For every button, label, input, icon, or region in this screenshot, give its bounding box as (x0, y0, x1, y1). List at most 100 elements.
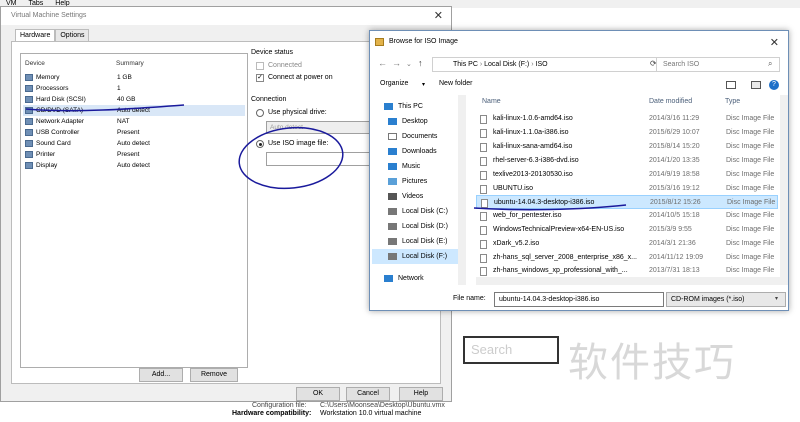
connect-power-label: Connect at power on (268, 74, 333, 81)
downloads-icon (388, 148, 397, 155)
disc-image-icon (480, 171, 487, 180)
network-icon (384, 275, 393, 282)
column-date-modified[interactable]: Date modified (649, 98, 692, 110)
file-list-scrollbar[interactable] (780, 95, 788, 285)
nav-downloads[interactable]: Downloads (372, 144, 462, 159)
printer-icon (25, 151, 33, 158)
address-bar[interactable]: This PC › Local Disk (F:) › ISO (432, 57, 682, 72)
view-options-icon[interactable] (726, 81, 736, 89)
device-row-display[interactable]: Display Auto detect (23, 160, 245, 171)
horizontal-scrollbar[interactable] (476, 277, 780, 285)
disc-image-icon (480, 157, 487, 166)
display-icon (25, 162, 33, 169)
disc-image-icon (480, 267, 487, 276)
network-icon (25, 118, 33, 125)
file-row[interactable]: texlive2013-20130530.iso 2014/9/19 18:58 D… (476, 168, 778, 182)
device-row-network-adapter[interactable]: Network Adapter NAT (23, 116, 245, 127)
desktop-icon (388, 118, 397, 125)
nav-this-pc[interactable]: This PC (372, 99, 462, 114)
connect-power-checkbox[interactable]: ✓ (256, 74, 264, 82)
connected-checkbox[interactable] (256, 62, 264, 70)
annotation-underline (25, 104, 185, 112)
browse-title: Browse for ISO Image (370, 31, 788, 53)
disc-image-icon (480, 240, 487, 249)
breadcrumb-iso[interactable]: ISO (536, 61, 548, 68)
help-icon[interactable]: ? (769, 80, 779, 90)
disc-image-icon (480, 254, 487, 263)
annotation-file-underline (473, 204, 627, 211)
folder-icon (375, 38, 384, 46)
filetype-select[interactable]: CD-ROM images (*.iso) (666, 292, 786, 307)
connected-label: Connected (268, 62, 302, 69)
file-row[interactable]: zh-hans_windows_xp_professional_with_...… (476, 264, 778, 278)
file-row[interactable]: rhel-server-6.3-i386-dvd.iso 2014/1/20 13… (476, 154, 778, 168)
file-row[interactable]: WindowsTechnicalPreview-x64-EN-US.iso 201… (476, 223, 778, 237)
processor-icon (25, 85, 33, 92)
music-icon (388, 163, 397, 170)
physical-drive-radio[interactable] (256, 109, 264, 117)
add-button[interactable]: Add... (139, 368, 183, 382)
vm-settings-tabs: Hardware Options (15, 29, 90, 42)
nav-videos[interactable]: Videos (372, 189, 462, 204)
disc-image-icon (480, 143, 487, 152)
device-row-processors[interactable]: Processors 1 (23, 83, 245, 94)
organize-button[interactable]: Organize (380, 80, 408, 87)
nav-music[interactable]: Music (372, 159, 462, 174)
column-type[interactable]: Type (725, 98, 740, 110)
nav-local-disk-c[interactable]: Local Disk (C:) (372, 204, 462, 219)
connection-label: Connection (251, 96, 287, 103)
nav-local-disk-d[interactable]: Local Disk (D:) (372, 219, 462, 234)
disc-image-icon (480, 115, 487, 124)
annotation-circle (238, 126, 344, 190)
device-row-usb-controller[interactable]: USB Controller Present (23, 127, 245, 138)
disc-image-icon (480, 226, 487, 235)
vm-settings-title: Virtual Machine Settings (1, 7, 451, 25)
file-row[interactable]: kali-linux-sana-amd64.iso 2015/8/14 15:20… (476, 140, 778, 154)
nav-local-disk-f[interactable]: Local Disk (F:) (372, 249, 462, 264)
pictures-icon (388, 178, 397, 185)
background-search-box[interactable]: Search (463, 336, 559, 364)
file-row[interactable]: kali-linux-1.0.6-amd64.iso 2014/3/16 11:2… (476, 112, 778, 126)
forward-arrow-icon[interactable]: → (392, 58, 401, 68)
file-row[interactable]: xDark_v5.2.iso 2014/3/1 21:36 Disc Image F… (476, 237, 778, 251)
filename-input[interactable]: ubuntu-14.04.3-desktop-i386.iso (494, 292, 664, 307)
nav-documents[interactable]: Documents (372, 129, 462, 144)
device-row-memory[interactable]: Memory 1 GB (23, 72, 245, 83)
chevron-down-icon[interactable]: ⌄ (406, 60, 412, 68)
file-row[interactable]: zh-hans_sql_server_2008_enterprise_x86_x… (476, 251, 778, 265)
filename-label: File name: (453, 295, 486, 302)
file-row[interactable]: UBUNTU.iso 2015/3/16 19:12 Disc Image File (476, 182, 778, 196)
remove-button[interactable]: Remove (190, 368, 238, 382)
new-folder-button[interactable]: New folder (439, 80, 472, 87)
column-name[interactable]: Name (482, 98, 501, 110)
drive-icon (388, 223, 397, 230)
ok-button[interactable]: OK (296, 387, 340, 401)
device-row-printer[interactable]: Printer Present (23, 149, 245, 160)
cancel-button[interactable]: Cancel (346, 387, 390, 401)
file-row[interactable]: kali-linux-1.1.0a-i386.iso 2015/6/29 10:0… (476, 126, 778, 140)
search-input[interactable]: Search ISO (656, 57, 780, 72)
close-icon[interactable]: ✕ (770, 36, 779, 49)
nav-local-disk-e[interactable]: Local Disk (E:) (372, 234, 462, 249)
nav-desktop[interactable]: Desktop (372, 114, 462, 129)
navigation-pane: This PC Desktop Documents Downloads Musi… (372, 95, 464, 285)
breadcrumb-this-pc[interactable]: This PC (453, 61, 478, 68)
help-button[interactable]: Help (399, 387, 443, 401)
drive-icon (388, 238, 397, 245)
watermark-text: 软件技巧 (568, 340, 736, 386)
chevron-down-icon: ▾ (775, 296, 779, 302)
browse-toolbar: Organize ▾ New folder ? (370, 77, 788, 93)
breadcrumb-local-disk-f[interactable]: Local Disk (F:) (484, 61, 529, 68)
tab-options[interactable]: Options (55, 29, 90, 41)
back-arrow-icon[interactable]: ← (378, 58, 387, 68)
device-row-sound-card[interactable]: Sound Card Auto detect (23, 138, 245, 149)
nav-scrollbar[interactable] (458, 95, 466, 285)
nav-network[interactable]: Network (372, 271, 462, 286)
close-icon[interactable]: ✕ (434, 9, 443, 22)
sound-icon (25, 140, 33, 147)
disc-image-icon (480, 185, 487, 194)
browse-iso-dialog: Browse for ISO Image ✕ ← → ⌄ ↑ This PC ›… (369, 30, 789, 311)
up-arrow-icon[interactable]: ↑ (418, 58, 423, 68)
preview-pane-icon[interactable] (751, 81, 761, 89)
nav-pictures[interactable]: Pictures (372, 174, 462, 189)
